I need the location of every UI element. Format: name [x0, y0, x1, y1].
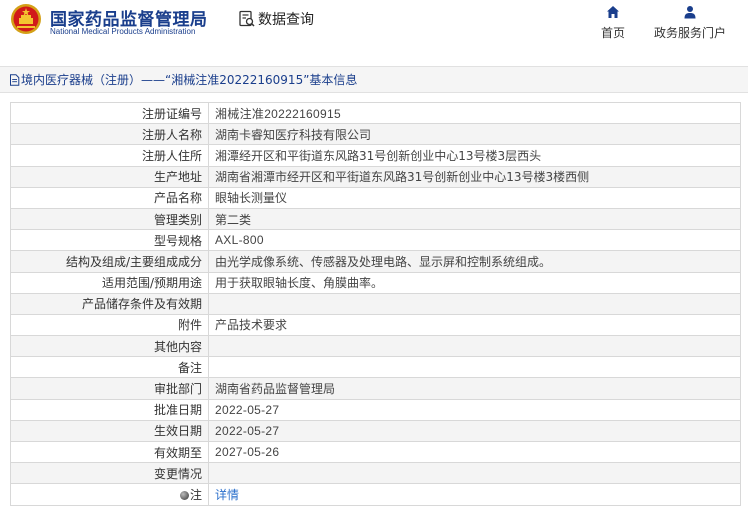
nav-service-portal[interactable]: 政务服务门户	[650, 5, 730, 41]
row-label: 注册人名称	[10, 123, 209, 146]
table-row: 审批部门 湖南省药品监督管理局	[10, 377, 741, 400]
row-value: 2027-05-26	[208, 440, 741, 464]
breadcrumb: 境内医疗器械（注册）——“湘械注准20222160915”基本信息	[0, 66, 748, 93]
pin-icon	[179, 490, 189, 500]
row-label: 注册证编号	[10, 101, 209, 125]
row-label: 备注	[10, 356, 209, 379]
row-label: 变更情况	[10, 462, 209, 485]
row-label: 审批部门	[10, 377, 209, 400]
row-label: 管理类别	[10, 207, 209, 231]
row-label: 结构及组成/主要组成成分	[10, 250, 209, 273]
row-value	[208, 462, 741, 485]
table-row: 其他内容	[10, 335, 741, 358]
row-label: 注册人住所	[10, 144, 209, 167]
row-value: 用于获取眼轴长度、角膜曲率。	[208, 271, 741, 294]
nav-service-label: 政务服务门户	[653, 26, 726, 40]
row-label: 产品储存条件及有效期	[10, 292, 209, 315]
row-label: 其他内容	[10, 335, 209, 358]
national-emblem-icon[interactable]	[10, 3, 42, 35]
table-row: 有效期至 2027-05-26	[10, 440, 741, 464]
table-row: 批准日期 2022-05-27	[10, 398, 741, 421]
row-label: 附件	[10, 313, 209, 337]
document-search-icon	[239, 10, 255, 27]
table-row: 注册人名称 湖南卡睿知医疗科技有限公司	[10, 123, 741, 146]
row-value: 由光学成像系统、传感器及处理电路、显示屏和控制系统组成。	[208, 250, 741, 273]
table-row: 产品名称 眼轴长测量仪	[10, 186, 741, 209]
row-label: 注	[189, 487, 202, 502]
note-label-cell: 注	[10, 483, 209, 506]
table-row: 型号规格 AXL-800	[10, 229, 741, 252]
row-value: 湖南省药品监督管理局	[208, 377, 741, 400]
row-value: 产品技术要求	[208, 313, 741, 337]
nav-home-label: 首页	[600, 26, 625, 40]
data-query-link[interactable]: 数据查询	[238, 9, 314, 29]
table-row: 附件 产品技术要求	[10, 313, 741, 337]
document-icon	[10, 73, 20, 86]
row-label: 有效期至	[10, 440, 209, 464]
table-row: 适用范围/预期用途 用于获取眼轴长度、角膜曲率。	[10, 271, 741, 294]
row-label: 产品名称	[10, 186, 209, 209]
note-value-cell: 详情	[208, 483, 741, 506]
table-row: 生产地址 湖南省湘潭市经开区和平街道东风路31号创新创业中心13号楼3楼西侧	[10, 165, 741, 188]
row-label: 适用范围/预期用途	[10, 271, 209, 294]
row-value: 湖南省湘潭市经开区和平街道东风路31号创新创业中心13号楼3楼西侧	[208, 165, 741, 188]
row-value: 眼轴长测量仪	[208, 186, 741, 209]
table-row: 结构及组成/主要组成成分 由光学成像系统、传感器及处理电路、显示屏和控制系统组成…	[10, 250, 741, 273]
table-row: 管理类别 第二类	[10, 207, 741, 231]
site-subtitle: National Medical Products Administration	[50, 27, 196, 36]
breadcrumb-text[interactable]: 境内医疗器械（注册）——“湘械注准20222160915”基本信息	[21, 71, 357, 88]
nav-home[interactable]: 首页	[598, 5, 628, 41]
data-query-label: 数据查询	[258, 12, 314, 28]
table-row: 产品储存条件及有效期	[10, 292, 741, 315]
row-label: 生效日期	[10, 419, 209, 443]
table-row: 注 详情	[10, 483, 741, 506]
row-value: 湖南卡睿知医疗科技有限公司	[208, 123, 741, 146]
row-label: 批准日期	[10, 398, 209, 421]
table-row: 备注	[10, 356, 741, 379]
table-row: 变更情况	[10, 462, 741, 485]
row-value	[208, 292, 741, 315]
row-value	[208, 335, 741, 358]
row-value: AXL-800	[208, 229, 741, 252]
table-row: 生效日期 2022-05-27	[10, 419, 741, 443]
registration-detail-table: 注册证编号 湘械注准20222160915 注册人名称 湖南卡睿知医疗科技有限公…	[10, 101, 741, 506]
site-header: 国家药品监督管理局 National Medical Products Admi…	[0, 0, 748, 50]
row-value: 湘械注准20222160915	[208, 101, 741, 125]
user-icon	[684, 6, 696, 19]
row-label: 型号规格	[10, 229, 209, 252]
details-link[interactable]: 详情	[215, 488, 239, 502]
row-label: 生产地址	[10, 165, 209, 188]
row-value: 2022-05-27	[208, 398, 741, 421]
row-value: 第二类	[208, 207, 741, 231]
table-row: 注册证编号 湘械注准20222160915	[10, 101, 741, 125]
row-value: 湘潭经开区和平街道东风路31号创新创业中心13号楼3层西头	[208, 144, 741, 167]
row-value: 2022-05-27	[208, 419, 741, 443]
home-icon	[607, 6, 619, 18]
row-value	[208, 356, 741, 379]
table-row: 注册人住所 湘潭经开区和平街道东风路31号创新创业中心13号楼3层西头	[10, 144, 741, 167]
